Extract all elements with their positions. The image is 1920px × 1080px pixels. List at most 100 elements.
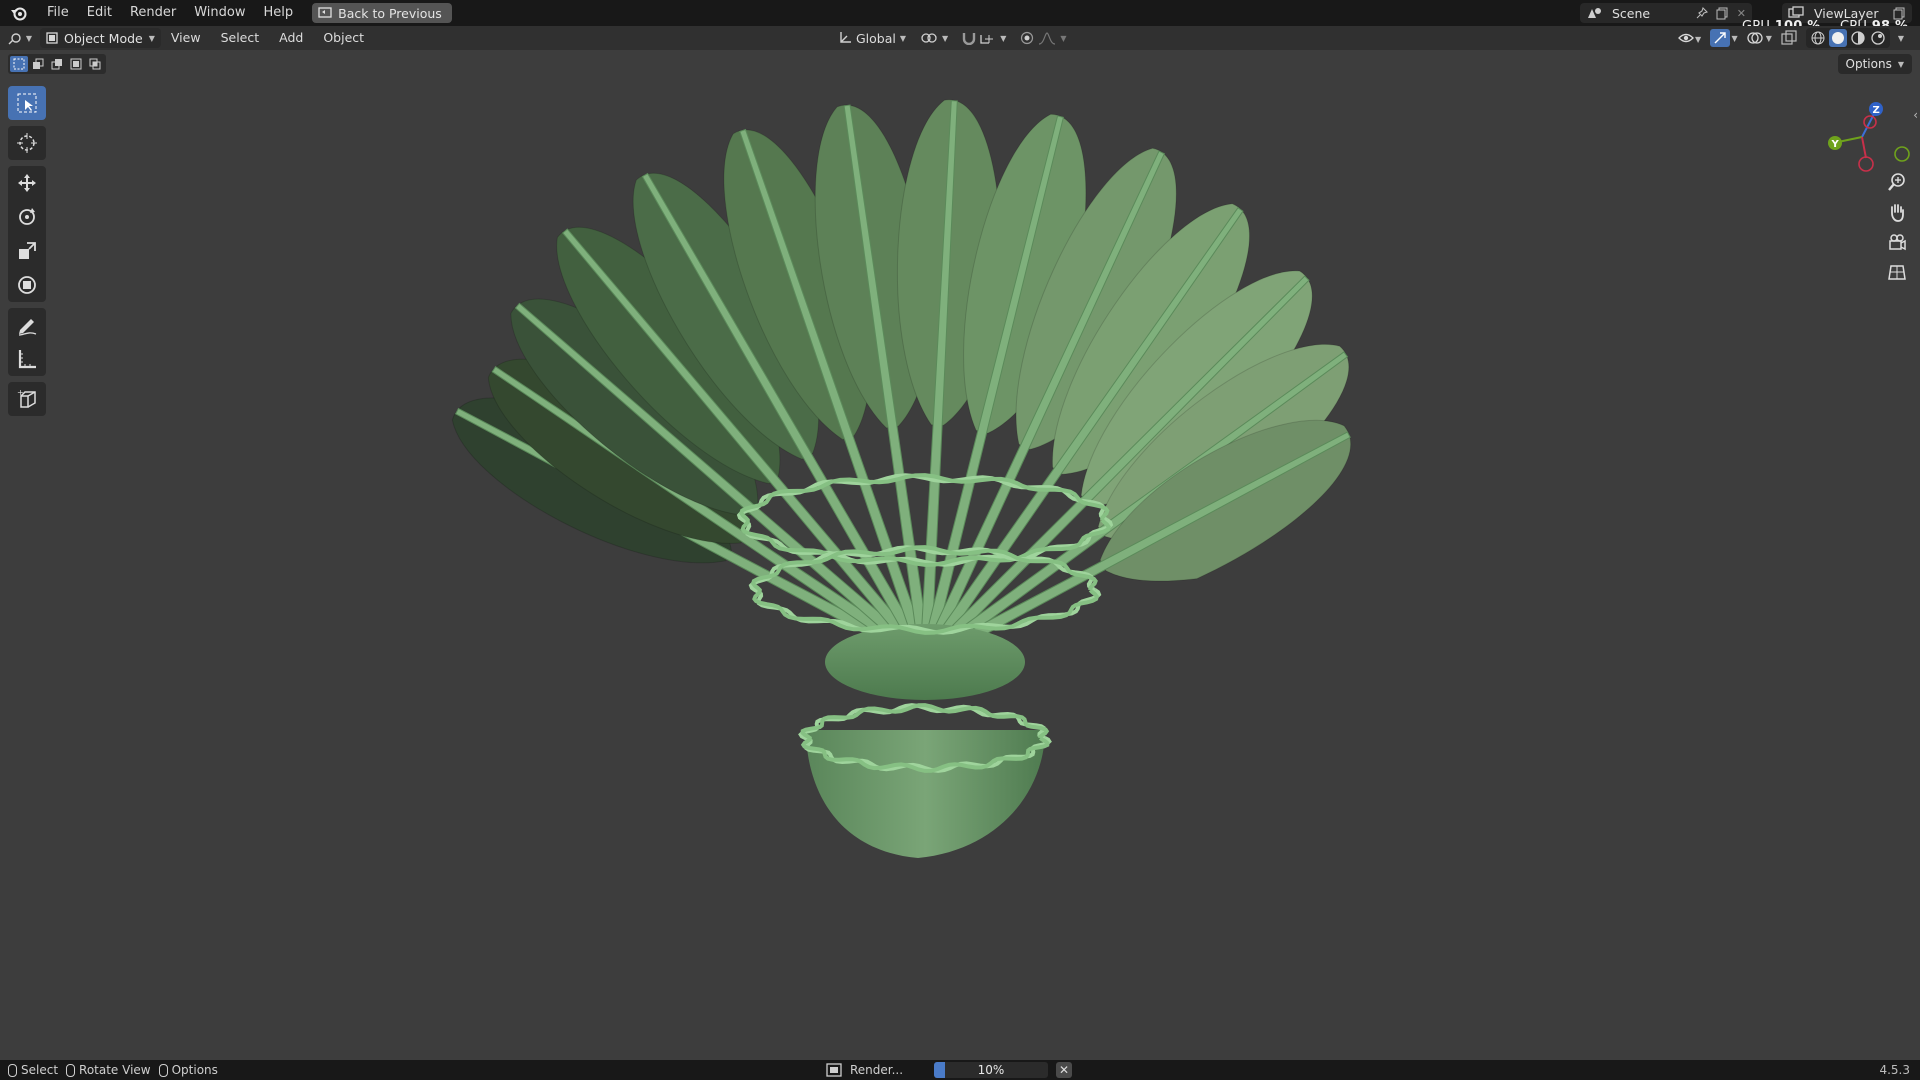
selection-mode-group [8,54,106,74]
chevron-down-icon[interactable]: ▼ [1766,34,1772,43]
mouse-right-icon [158,1063,168,1077]
select-subtract-icon[interactable] [48,56,66,72]
falloff-curve-icon [1039,32,1056,45]
render-progress-text: 10% [977,1063,1005,1077]
menu-window[interactable]: Window [185,0,254,26]
chevron-down-icon: ▼ [942,33,949,43]
select-intersect-icon[interactable] [86,56,104,72]
menu-render[interactable]: Render [121,0,185,26]
hint-options: Options [158,1063,218,1077]
proportional-editing[interactable]: ▼ [1020,31,1067,45]
add-cube-icon: + [17,388,36,408]
add-cube-tool[interactable]: + [8,382,46,416]
select-box-tool[interactable] [8,86,46,120]
gizmo-toggle-icon[interactable] [1709,29,1730,47]
scale-tool[interactable] [8,234,46,268]
snap-target-icon [980,35,994,44]
select-box-icon [17,93,37,113]
transform-orientation-dropdown[interactable]: Global ▼ [838,31,906,46]
orientation-axes-icon [840,32,851,43]
scene-name: Scene [1612,5,1651,21]
remove-scene-icon[interactable]: ✕ [1737,7,1746,20]
object-mode-dropdown[interactable]: Object Mode ▼ [40,28,161,48]
sidebar-collapse-arrow-icon[interactable]: ‹ [1913,108,1918,122]
transform-tool[interactable] [8,268,46,302]
rotate-icon [19,208,35,225]
material-preview-icon[interactable] [1849,29,1867,47]
snap-controls[interactable]: ▼ [962,31,1006,45]
navigation-gizmo[interactable]: Z Y [1822,92,1912,182]
chevron-down-icon: ▼ [899,33,907,43]
cancel-render-button[interactable]: ✕ [1056,1062,1072,1078]
pivot-link-icon [921,33,937,43]
rendered-shading-icon[interactable] [1869,29,1887,47]
pan-hand-icon[interactable] [1884,200,1910,224]
perspective-grid-icon[interactable] [1884,260,1910,284]
scene-selector[interactable]: Scene ✕ [1580,3,1752,23]
3d-viewport[interactable]: Options ▼ + Z Y ‹ [0,50,1920,1060]
menu-view[interactable]: View [161,26,211,50]
camera-view-icon[interactable] [1884,230,1910,254]
transform-tools: Global ▼ ▼ ▼ ▼ [838,26,1067,50]
pin-icon[interactable] [1696,7,1708,19]
top-menu-bar: File Edit Render Window Help Back to Pre… [0,0,1920,26]
wireframe-shading-icon[interactable] [1809,29,1827,47]
viewport-options-button[interactable]: Options ▼ [1837,54,1912,74]
cursor-tool[interactable] [8,126,46,160]
chevron-down-icon: ▼ [1060,33,1067,43]
menu-select[interactable]: Select [211,26,270,50]
solid-shading-icon[interactable] [1828,29,1847,47]
render-job: Render... 10% ✕ [826,1060,1072,1080]
menu-help[interactable]: Help [255,0,303,26]
rotate-tool[interactable] [8,200,46,234]
blender-version: 4.5.3 [1879,1063,1910,1077]
transform-orientation-label: Global [856,30,896,46]
hint-select-label: Select [21,1063,59,1077]
menu-file[interactable]: File [38,0,78,26]
select-invert-icon[interactable] [67,56,85,72]
chevron-down-icon[interactable]: ▼ [1732,34,1738,43]
editor-type-selector[interactable]: ▼ [0,26,40,50]
proportional-edit-icon [1021,31,1034,45]
hint-rotate-view: Rotate View [66,1063,151,1077]
chevron-down-icon: ▼ [148,33,155,43]
viewport-header: ▼ Object Mode ▼ View Select Add Object G… [0,26,1920,50]
chevron-down-icon: ▼ [1000,33,1007,43]
hint-rotate-label: Rotate View [79,1063,151,1077]
chevron-down-icon[interactable]: ▼ [1898,34,1904,43]
menu-object[interactable]: Object [313,26,374,50]
measure-tool[interactable] [8,342,46,376]
back-screen-icon [318,7,332,18]
menu-add[interactable]: Add [269,26,313,50]
zoom-icon[interactable] [1884,170,1910,194]
3d-viewport-icon [8,33,21,45]
pivot-point-dropdown[interactable]: ▼ [920,31,948,45]
shuttlecock-model [451,99,1351,858]
status-bar: Select Rotate View Options Render... 10%… [0,1060,1920,1080]
chevron-down-icon: ▼ [1897,59,1904,69]
render-job-icon[interactable] [826,1063,842,1077]
visibility-eye-icon[interactable]: ▼ [1677,31,1702,45]
measure-ruler-icon [18,350,36,369]
new-scene-icon[interactable] [1716,7,1729,20]
xray-toggle-icon[interactable] [1780,30,1798,46]
gizmo-x-axis[interactable] [1858,156,1874,172]
blender-logo-icon[interactable] [0,0,38,26]
select-new-icon[interactable] [10,56,28,72]
new-view-layer-icon[interactable] [1893,7,1906,20]
annotate-tool[interactable] [8,308,46,342]
move-tool[interactable] [8,166,46,200]
select-extend-icon[interactable] [29,56,47,72]
view-layer-icon [1788,6,1804,18]
gizmo-neg-y[interactable] [1894,146,1910,162]
cork-base [806,624,1045,858]
object-mode-icon [46,32,58,44]
cursor-icon [17,133,37,153]
back-to-previous-button[interactable]: Back to Previous [312,3,452,23]
overlays-icon[interactable] [1746,30,1764,46]
transform-icon [18,276,36,294]
gizmo-y-label: Y [1831,139,1840,150]
menu-edit[interactable]: Edit [78,0,121,26]
chevron-down-icon: ▼ [25,33,33,43]
hint-options-label: Options [171,1063,218,1077]
